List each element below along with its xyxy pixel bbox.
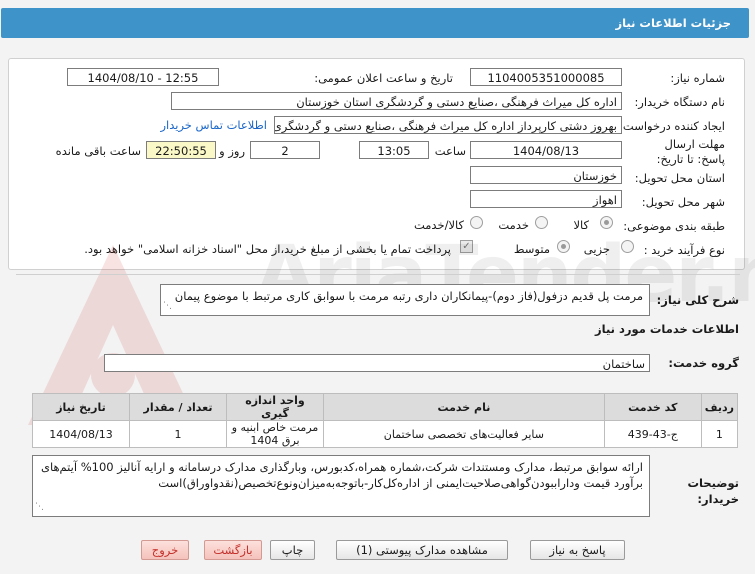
- category-radio-goods-service[interactable]: [470, 216, 483, 229]
- cell-date: 1404/08/13: [32, 420, 130, 448]
- page-title: جزئیات اطلاعات نیاز: [615, 16, 731, 30]
- col-name-header: نام خدمت: [323, 393, 605, 421]
- category-radio-service[interactable]: [535, 216, 548, 229]
- col-date-header: تاریخ نیاز: [32, 393, 130, 421]
- resize-grip-icon: ⋰: [35, 502, 44, 512]
- deadline-label: مهلت ارسال پاسخ: تا تاریخ:: [656, 137, 725, 166]
- divider: [16, 274, 740, 275]
- need-number-label: شماره نیاز:: [670, 71, 725, 85]
- announce-field: 1404/08/10 - 12:55: [67, 68, 219, 86]
- days-field: 2: [250, 141, 320, 159]
- cell-name: سایر فعالیت‌های تخصصی ساختمان: [323, 420, 605, 448]
- cell-row: 1: [700, 420, 739, 448]
- buyer-org-field: اداره کل میراث فرهنگی ،صنایع دستی و گردش…: [171, 92, 622, 110]
- exit-button[interactable]: خروج: [141, 540, 189, 560]
- category-radio-goods[interactable]: [600, 216, 613, 229]
- page: جزئیات اطلاعات نیاز شماره نیاز: 11040053…: [0, 0, 755, 574]
- resize-grip-icon: ⋰: [163, 301, 172, 311]
- creator-label: ایجاد کننده درخواست:: [619, 119, 725, 133]
- announce-label: تاریخ و ساعت اعلان عمومی:: [314, 71, 453, 85]
- city-field: اهواز: [470, 190, 622, 208]
- deadline-date-field: 1404/08/13: [470, 141, 622, 159]
- days-label: روز و: [219, 144, 245, 158]
- table-row: 1 ج-43-439 سایر فعالیت‌های تخصصی ساختمان…: [32, 420, 739, 448]
- province-label: استان محل تحویل:: [634, 171, 725, 185]
- back-button[interactable]: بازگشت: [204, 540, 262, 560]
- deadline-time-field: 13:05: [359, 141, 429, 159]
- contact-buyer-link[interactable]: اطلاعات تماس خریدار: [160, 118, 267, 132]
- creator-field: بهروز دشتی کارپرداز اداره کل میراث فرهنگ…: [274, 116, 622, 134]
- need-number-field: 1104005351000085: [470, 68, 622, 86]
- buyer-notes-label: توضیحات خریدار:: [687, 476, 740, 506]
- buyer-org-label: نام دستگاه خریدار:: [634, 95, 725, 109]
- buyer-notes-text: ارائه سوابق مرتبط، مدارک ومستندات شرکت،ش…: [40, 460, 643, 490]
- print-button[interactable]: چاپ: [270, 540, 315, 560]
- service-group-label: گروه خدمت:: [668, 356, 739, 370]
- cell-unit: مرمت خاص ابنیه و برق 1404: [226, 420, 324, 448]
- city-label: شهر محل تحویل:: [641, 195, 725, 209]
- cell-code: ج-43-439: [603, 420, 702, 448]
- col-code-header: کد خدمت: [603, 393, 702, 421]
- province-field: خوزستان: [470, 166, 622, 184]
- cell-qty: 1: [129, 420, 227, 448]
- remaining-time-field: 22:50:55: [146, 141, 216, 159]
- col-qty-header: تعداد / مقدار: [129, 393, 227, 421]
- table-header-row: ردیف کد خدمت نام خدمت واحد اندازه گیری ت…: [32, 393, 739, 421]
- page-header: جزئیات اطلاعات نیاز: [1, 8, 749, 38]
- deadline-time-label: ساعت: [434, 144, 466, 158]
- remaining-label: ساعت باقی مانده: [55, 144, 141, 158]
- buyer-notes-field: ارائه سوابق مرتبط، مدارک ومستندات شرکت،ش…: [32, 455, 650, 517]
- summary-text: مرمت پل قدیم دزفول(فاز دوم)-پیمانکاران د…: [174, 289, 643, 303]
- col-row-header: ردیف: [700, 393, 739, 421]
- reply-button[interactable]: پاسخ به نیاز: [530, 540, 625, 560]
- services-table: ردیف کد خدمت نام خدمت واحد اندازه گیری ت…: [32, 393, 739, 448]
- view-attachments-button[interactable]: مشاهده مدارک پیوستی (1): [336, 540, 508, 560]
- summary-label: شرح کلی نیاز:: [656, 293, 739, 307]
- services-section-title: اطلاعات خدمات مورد نیاز: [595, 322, 739, 336]
- summary-field: مرمت پل قدیم دزفول(فاز دوم)-پیمانکاران د…: [160, 284, 650, 316]
- col-unit-header: واحد اندازه گیری: [226, 393, 324, 421]
- service-group-field: ساختمان: [104, 354, 650, 372]
